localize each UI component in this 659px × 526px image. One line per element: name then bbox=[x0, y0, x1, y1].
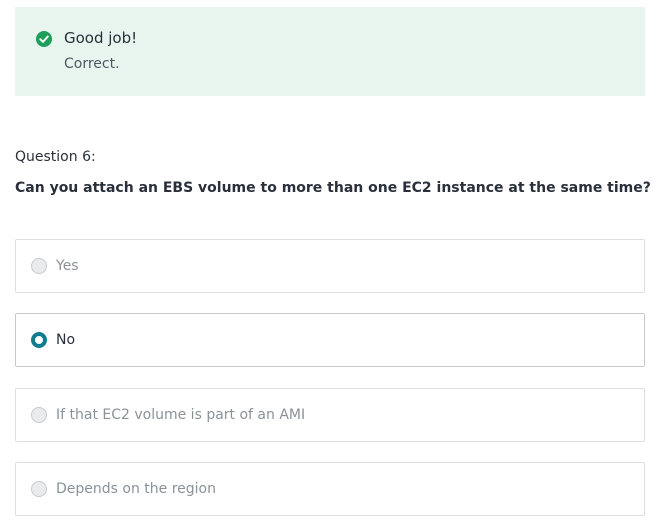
question-text: Can you attach an EBS volume to more tha… bbox=[15, 180, 651, 196]
answer-option-label: Yes bbox=[56, 258, 79, 274]
answer-option-region[interactable]: Depends on the region bbox=[15, 462, 645, 516]
radio-button-selected[interactable] bbox=[31, 332, 47, 348]
radio-button[interactable] bbox=[31, 407, 47, 423]
feedback-title: Good job! bbox=[64, 29, 138, 47]
check-circle-icon bbox=[36, 31, 52, 47]
question-number: Question 6: bbox=[15, 149, 96, 165]
answer-option-no[interactable]: No bbox=[15, 313, 645, 367]
radio-button[interactable] bbox=[31, 258, 47, 274]
feedback-message: Correct. bbox=[64, 56, 120, 72]
radio-button[interactable] bbox=[31, 481, 47, 497]
answer-option-ami[interactable]: If that EC2 volume is part of an AMI bbox=[15, 388, 645, 442]
answer-option-yes[interactable]: Yes bbox=[15, 239, 645, 293]
answer-option-label: Depends on the region bbox=[56, 481, 216, 497]
answer-option-label: If that EC2 volume is part of an AMI bbox=[56, 407, 306, 423]
feedback-banner: Good job! Correct. bbox=[15, 7, 645, 96]
answer-option-label: No bbox=[56, 332, 76, 348]
